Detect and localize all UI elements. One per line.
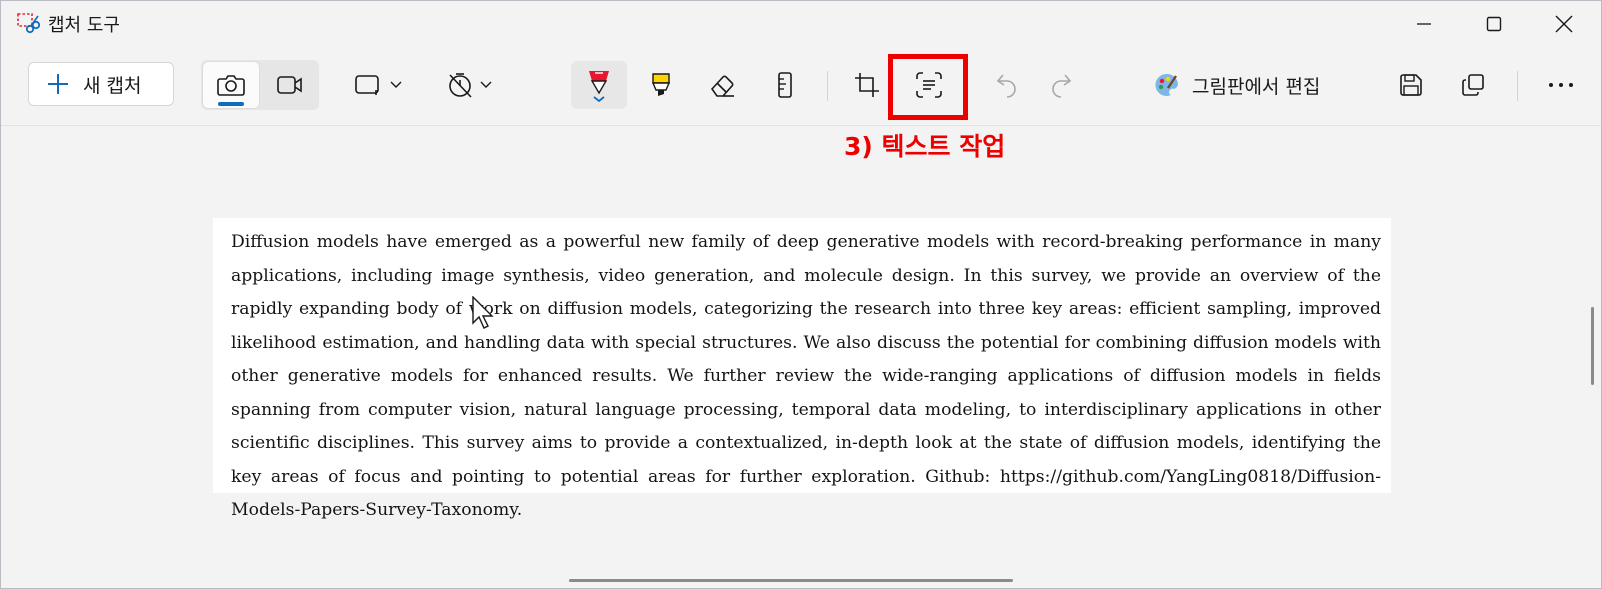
vertical-scrollbar[interactable] bbox=[1591, 307, 1594, 385]
rectangle-snip-icon bbox=[355, 75, 379, 95]
snipping-tool-icon bbox=[17, 13, 41, 34]
snipping-tool-window: 캡처 도구 새 캡처 그림판에서 편집 3) 텍스트 작업 Diffusion … bbox=[0, 0, 1602, 589]
edit-in-paint-label: 그림판에서 편집 bbox=[1192, 75, 1321, 98]
captured-text: Diffusion models have emerged as a power… bbox=[231, 232, 1381, 520]
undo-button[interactable] bbox=[983, 61, 1031, 109]
more-options-button[interactable] bbox=[1537, 61, 1585, 109]
more-icon bbox=[1549, 83, 1573, 87]
ballpoint-pen-icon bbox=[589, 71, 609, 103]
window-title: 캡처 도구 bbox=[48, 15, 120, 36]
new-capture-label: 새 캡처 bbox=[83, 74, 142, 97]
minimize-button[interactable] bbox=[1389, 1, 1459, 47]
eraser-icon bbox=[710, 75, 734, 97]
close-icon bbox=[1555, 15, 1573, 33]
no-timer-icon bbox=[449, 73, 472, 98]
redo-icon bbox=[1052, 74, 1072, 98]
maximize-button[interactable] bbox=[1459, 1, 1529, 47]
copy-button[interactable] bbox=[1449, 61, 1497, 109]
paint-icon bbox=[1155, 73, 1178, 96]
edit-in-paint-button[interactable]: 그림판에서 편집 bbox=[1154, 61, 1320, 109]
toolbar-divider bbox=[827, 71, 828, 101]
title-bar: 캡처 도구 bbox=[1, 1, 1601, 47]
video-icon bbox=[277, 76, 302, 94]
record-mode-button[interactable] bbox=[261, 61, 319, 109]
save-button[interactable] bbox=[1387, 61, 1435, 109]
captured-image[interactable]: Diffusion models have emerged as a power… bbox=[213, 218, 1391, 520]
highlighter-icon bbox=[651, 73, 671, 96]
new-capture-button[interactable]: 새 캡처 bbox=[28, 62, 174, 106]
crop-button[interactable] bbox=[841, 61, 893, 109]
selected-indicator bbox=[218, 102, 244, 106]
highlighter-button[interactable] bbox=[635, 61, 687, 109]
ruler-button[interactable] bbox=[759, 61, 811, 109]
crop-icon bbox=[855, 73, 879, 97]
camera-icon bbox=[217, 75, 245, 96]
undo-icon bbox=[996, 74, 1016, 98]
plus-icon bbox=[48, 74, 68, 94]
copy-icon bbox=[1462, 74, 1484, 96]
toolbar: 새 캡처 그림판에서 편집 bbox=[1, 47, 1601, 126]
toolbar-divider bbox=[1517, 71, 1518, 101]
ruler-icon bbox=[778, 72, 792, 98]
annotation-label: 3) 텍스트 작업 bbox=[844, 132, 1006, 161]
annotation-highlight-box bbox=[888, 54, 968, 120]
save-icon bbox=[1400, 74, 1422, 96]
eraser-button[interactable] bbox=[697, 61, 749, 109]
ballpoint-pen-button[interactable] bbox=[571, 61, 627, 109]
redo-button[interactable] bbox=[1037, 61, 1085, 109]
snip-shape-dropdown[interactable] bbox=[351, 61, 405, 109]
minimize-icon bbox=[1417, 23, 1431, 25]
snip-mode-button[interactable] bbox=[202, 61, 260, 109]
mouse-cursor-icon bbox=[472, 296, 494, 329]
chevron-down-icon bbox=[390, 81, 402, 88]
chevron-down-icon bbox=[480, 81, 492, 88]
maximize-icon bbox=[1486, 16, 1502, 32]
delay-timer-dropdown[interactable] bbox=[441, 61, 497, 109]
horizontal-scrollbar[interactable] bbox=[569, 579, 1013, 582]
close-button[interactable] bbox=[1529, 1, 1599, 47]
